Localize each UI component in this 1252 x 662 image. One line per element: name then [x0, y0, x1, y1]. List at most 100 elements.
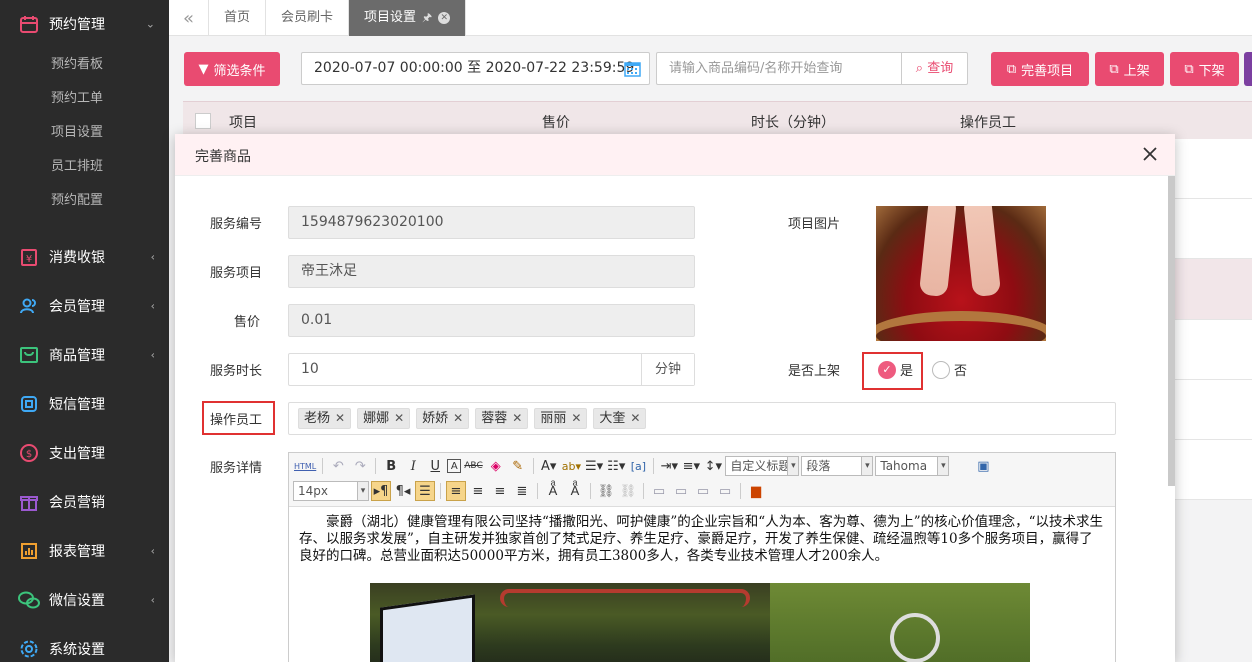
project-image[interactable] — [876, 206, 1046, 341]
align-center-icon[interactable]: ≡ — [468, 481, 488, 501]
sidebar-group-report[interactable]: 报表管理 ‹ — [0, 526, 169, 575]
wechat-icon — [18, 589, 40, 611]
unordered-list-icon[interactable]: ☷▾ — [606, 456, 626, 476]
sidebar-group-sms[interactable]: 短信管理 — [0, 379, 169, 428]
remove-icon[interactable]: ✕ — [630, 409, 640, 428]
insert-image-icon[interactable]: ▆ — [746, 481, 766, 501]
off-shelf-button[interactable]: ⧉ 下架 — [1170, 52, 1239, 86]
double-chevron-left-icon[interactable]: « — [169, 0, 209, 36]
close-icon[interactable] — [1141, 145, 1159, 163]
tab-project-settings[interactable]: 项目设置 🖈 ✕ — [349, 0, 467, 36]
fullscreen-icon[interactable]: ▣ — [973, 456, 993, 476]
remove-icon[interactable]: ✕ — [394, 409, 404, 428]
html-source-button[interactable]: HTML — [293, 456, 317, 476]
custom-title-select[interactable]: 自定义标题 — [725, 456, 800, 476]
align-right-icon[interactable]: ≡ — [490, 481, 510, 501]
font-family-select[interactable]: Tahoma — [875, 456, 950, 476]
image-float-left-icon[interactable]: ▭ — [671, 481, 691, 501]
format-brush-icon[interactable]: ✎ — [508, 456, 528, 476]
blockquote-icon[interactable]: [a] — [628, 456, 648, 476]
table-row[interactable] — [1175, 259, 1252, 320]
tab-home[interactable]: 首页 — [209, 0, 267, 36]
paragraph-select[interactable]: 段落 — [801, 456, 874, 476]
tab-member-card[interactable]: 会员刷卡 — [266, 0, 350, 36]
sidebar-group-members[interactable]: 会员管理 ‹ — [0, 281, 169, 330]
search-input[interactable]: 请输入商品编码/名称开始查询 ⌕ 查询 — [656, 52, 968, 85]
duration-label: 服务时长 — [209, 364, 262, 379]
dialog-scrollbar[interactable] — [1168, 176, 1175, 486]
ltr-icon[interactable]: ▸¶ — [371, 481, 391, 501]
remove-icon[interactable]: ✕ — [512, 409, 522, 428]
sidebar-group-marketing[interactable]: 会员营销 — [0, 477, 169, 526]
pin-icon[interactable]: 🖈 — [422, 0, 432, 36]
duration-field[interactable]: 10 分钟 — [288, 353, 695, 386]
redo-icon[interactable]: ↷ — [350, 456, 370, 476]
price-field[interactable]: 0.01 — [288, 304, 695, 337]
font-size-select[interactable]: 14px — [293, 481, 369, 501]
calendar-icon[interactable] — [624, 60, 641, 77]
table-row[interactable] — [1175, 199, 1252, 259]
select-all-checkbox[interactable] — [195, 113, 211, 129]
indent-icon[interactable]: ⇥▾ — [659, 456, 679, 476]
sidebar-item-appointment-config[interactable]: 预约配置 — [0, 184, 169, 218]
uppercase-icon[interactable]: Aͣ — [543, 481, 563, 501]
on-shelf-button[interactable]: ⧉ 上架 — [1095, 52, 1164, 86]
sidebar-group-expense[interactable]: $ 支出管理 — [0, 428, 169, 477]
radio-yes[interactable]: ✓ 是 — [878, 360, 913, 379]
sidebar-group-wechat[interactable]: 微信设置 ‹ — [0, 575, 169, 624]
image-float-right-icon[interactable]: ▭ — [693, 481, 713, 501]
staff-tag-input[interactable]: 老杨 ✕ 娜娜 ✕ 娇娇 ✕ 蓉蓉 ✕ 丽丽 ✕ 大奎 ✕ — [288, 402, 1116, 435]
service-item-field[interactable]: 帝王沐足 — [288, 255, 695, 288]
editor-content[interactable]: 豪爵（湖北）健康管理有限公司坚持“播撒阳光、呵护健康”的企业宗旨和“人为本、客为… — [289, 507, 1115, 565]
table-row[interactable] — [1175, 440, 1252, 500]
sidebar-group-cashier[interactable]: ¥ 消费收银 ‹ — [0, 232, 169, 281]
eraser-icon[interactable]: ◈ — [486, 456, 506, 476]
cashier-icon: ¥ — [18, 246, 40, 268]
ordered-list-icon[interactable]: ☰▾ — [584, 456, 604, 476]
sidebar-item-staff-schedule[interactable]: 员工排班 — [0, 150, 169, 184]
sidebar-item-workorder[interactable]: 预约工单 — [0, 82, 169, 116]
row-spacing-icon[interactable]: ↕▾ — [703, 456, 723, 476]
auto-format-icon[interactable]: ☰ — [415, 481, 435, 501]
font-color-icon[interactable]: A▾ — [539, 456, 559, 476]
close-icon[interactable]: ✕ — [438, 12, 451, 24]
service-no-field[interactable]: 1594879623020100 — [288, 206, 695, 239]
undo-icon[interactable]: ↶ — [328, 456, 348, 476]
remove-icon[interactable]: ✕ — [335, 409, 345, 428]
table-row[interactable] — [1175, 380, 1252, 440]
line-height-icon[interactable]: ≡▾ — [681, 456, 701, 476]
remove-icon[interactable]: ✕ — [453, 409, 463, 428]
sidebar-item-board[interactable]: 预约看板 — [0, 48, 169, 82]
sidebar-item-project-settings[interactable]: 项目设置 — [0, 116, 169, 150]
sidebar-group-appointment[interactable]: 预约管理 ⌄ — [0, 0, 169, 48]
italic-icon[interactable]: I — [403, 456, 423, 476]
image-center-icon[interactable]: ▭ — [715, 481, 735, 501]
link-icon[interactable]: ⛓ — [596, 481, 616, 501]
gear-icon — [18, 638, 40, 660]
image-float-none-icon[interactable]: ▭ — [649, 481, 669, 501]
sms-icon — [18, 393, 40, 415]
strikethrough-icon[interactable]: ABC — [463, 456, 483, 476]
date-range-input[interactable]: 2020-07-07 00:00:00 至 2020-07-22 23:59:5… — [301, 52, 650, 85]
align-left-icon[interactable]: ≡ — [446, 481, 466, 501]
query-button[interactable]: ⌕ 查询 — [901, 53, 967, 84]
border-text-icon[interactable]: A — [447, 459, 462, 473]
unlink-icon[interactable]: ⛓ — [618, 481, 638, 501]
filter-button[interactable]: ▼ 筛选条件 — [184, 52, 280, 86]
remove-icon[interactable]: ✕ — [571, 409, 581, 428]
table-row[interactable] — [1175, 139, 1252, 199]
underline-icon[interactable]: U — [425, 456, 445, 476]
highlight-color-icon[interactable]: ab▾ — [561, 456, 582, 476]
table-row[interactable] — [1175, 320, 1252, 380]
sidebar-group-goods[interactable]: 商品管理 ‹ — [0, 330, 169, 379]
more-button[interactable] — [1244, 52, 1252, 86]
sidebar-group-system[interactable]: 系统设置 — [0, 624, 169, 662]
rtl-icon[interactable]: ¶◂ — [393, 481, 413, 501]
staff-tag-label: 丽丽 — [540, 411, 567, 426]
align-justify-icon[interactable]: ≣ — [512, 481, 532, 501]
lowercase-icon[interactable]: Aͣ — [565, 481, 585, 501]
editor-inline-image[interactable] — [370, 583, 1030, 662]
bold-icon[interactable]: B — [381, 456, 401, 476]
radio-no[interactable]: 否 — [932, 360, 967, 379]
complete-project-button[interactable]: ⧉ 完善项目 — [991, 52, 1089, 86]
